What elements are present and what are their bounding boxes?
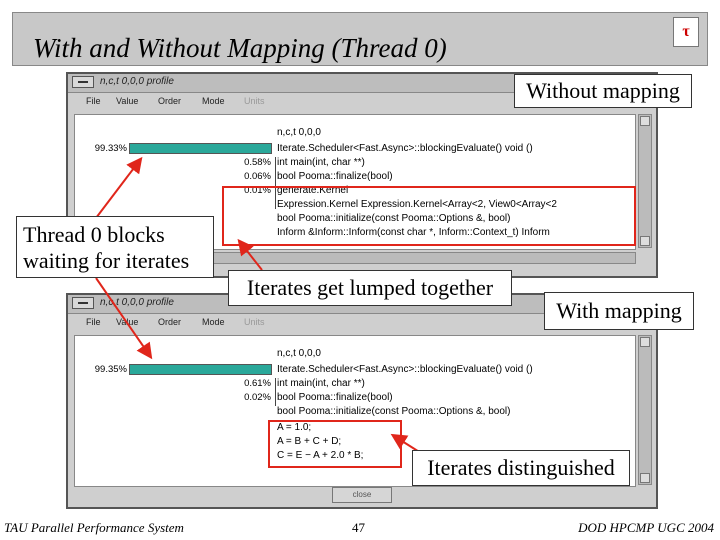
pct-0: 99.33%	[94, 143, 127, 154]
profile-bar-0[interactable]	[129, 364, 273, 375]
footer-right: DOD HPCMP UGC 2004	[578, 520, 714, 535]
function-row-3[interactable]: bool Pooma::initialize(const Pooma::Opti…	[277, 406, 510, 417]
slide-title: With and Without Mapping (Thread 0)	[33, 33, 447, 63]
menu-mode[interactable]: Mode	[202, 96, 225, 106]
function-row-0[interactable]: Iterate.Scheduler<Fast.Async>::blockingE…	[277, 364, 533, 375]
highlight-box-distinguished	[268, 420, 402, 468]
function-row-1[interactable]: int main(int, char **)	[277, 378, 365, 389]
menu-file[interactable]: File	[86, 96, 101, 106]
window-title: n,c,t 0,0,0 profile	[100, 76, 174, 87]
scroll-down-arrow-icon[interactable]	[640, 473, 650, 483]
menu-order[interactable]: Order	[158, 96, 181, 106]
callout-with-mapping: With mapping	[544, 292, 694, 330]
pct-2: 0.02%	[244, 392, 271, 403]
pct-2: 0.06%	[244, 171, 271, 182]
function-row-2[interactable]: bool Pooma::finalize(bool)	[277, 171, 393, 182]
slide-title-bar: With and Without Mapping (Thread 0) τ	[12, 12, 708, 66]
callout-lumped: Iterates get lumped together	[228, 270, 512, 306]
profile-bar-0[interactable]	[129, 143, 273, 154]
scroll-up-arrow-icon[interactable]	[640, 337, 650, 347]
menu-value[interactable]: Value	[116, 96, 138, 106]
pct-0: 99.35%	[94, 364, 127, 375]
node-header: n,c,t 0,0,0	[277, 348, 321, 359]
window-title: n,c,t 0,0,0 profile	[100, 297, 174, 308]
function-row-2[interactable]: bool Pooma::finalize(bool)	[277, 392, 393, 403]
callout-distinguished: Iterates distinguished	[412, 450, 630, 486]
menu-units[interactable]: Units	[244, 96, 265, 106]
pct-1: 0.58%	[244, 157, 271, 168]
scroll-up-arrow-icon[interactable]	[640, 116, 650, 126]
callout-thread-blocks: Thread 0 blocks waiting for iterates	[16, 216, 214, 278]
scroll-down-arrow-icon[interactable]	[640, 236, 650, 246]
close-button[interactable]: close	[332, 487, 392, 503]
menu-file[interactable]: File	[86, 317, 101, 327]
menu-order[interactable]: Order	[158, 317, 181, 327]
callout-without-mapping: Without mapping	[514, 74, 692, 108]
window-menu-button[interactable]	[72, 76, 94, 88]
function-row-0[interactable]: Iterate.Scheduler<Fast.Async>::blockingE…	[277, 143, 533, 154]
footer-left: TAU Parallel Performance System	[4, 520, 184, 535]
vertical-scrollbar[interactable]	[638, 335, 652, 485]
node-header: n,c,t 0,0,0	[277, 127, 321, 138]
window-menu-button[interactable]	[72, 297, 94, 309]
tau-logo-icon: τ	[673, 17, 699, 47]
separator-line	[275, 378, 276, 406]
vertical-scrollbar[interactable]	[638, 114, 652, 248]
function-row-1[interactable]: int main(int, char **)	[277, 157, 365, 168]
page-number: 47	[352, 520, 365, 535]
menu-value[interactable]: Value	[116, 317, 138, 327]
highlight-box-lumped	[222, 186, 636, 246]
pct-1: 0.61%	[244, 378, 271, 389]
menu-units[interactable]: Units	[244, 317, 265, 327]
menu-mode[interactable]: Mode	[202, 317, 225, 327]
